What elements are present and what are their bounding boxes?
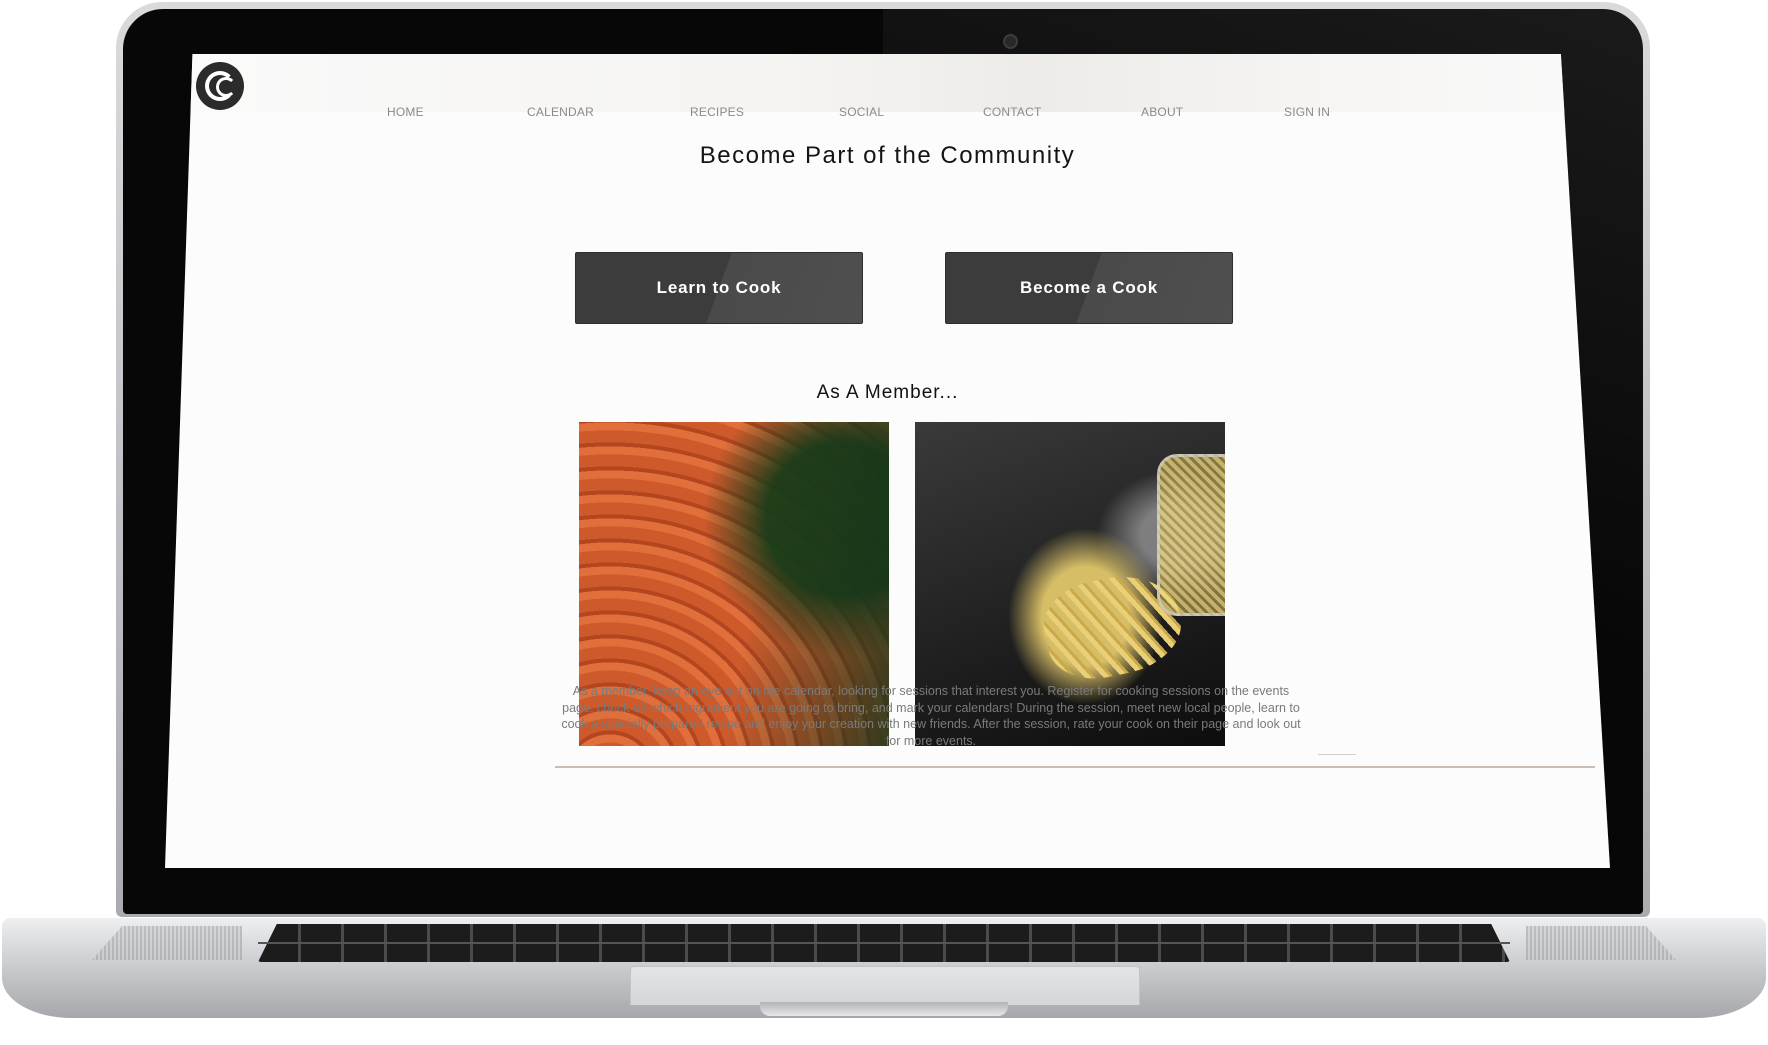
trackpad — [630, 966, 1140, 1005]
nav-item-contact[interactable]: CONTACT — [983, 105, 1042, 119]
header-background — [165, 54, 1610, 112]
become-a-cook-button[interactable]: Become a Cook — [945, 252, 1233, 324]
footer-rule — [555, 766, 1595, 768]
learn-to-cook-button[interactable]: Learn to Cook — [575, 252, 863, 324]
keyboard-row-divider — [258, 942, 1510, 944]
member-description: As a member, keep an eye out on the cale… — [561, 684, 1301, 748]
footer-divider — [1318, 754, 1356, 765]
nav-item-home[interactable]: HOME — [387, 105, 424, 119]
nav-item-calendar[interactable]: CALENDAR — [527, 105, 594, 119]
member-heading: As A Member... — [816, 382, 959, 403]
camera-icon — [1003, 34, 1018, 49]
nav-item-about[interactable]: ABOUT — [1141, 105, 1183, 119]
chef-hat-logo-icon[interactable] — [196, 62, 244, 110]
main-nav: HOME CALENDAR RECIPES SOCIAL CONTACT ABO… — [165, 105, 1610, 125]
nav-item-social[interactable]: SOCIAL — [839, 105, 884, 119]
page-title: Become Part of the Community — [699, 142, 1076, 169]
browser-viewport: HOME CALENDAR RECIPES SOCIAL CONTACT ABO… — [165, 54, 1610, 868]
nav-item-sign-in[interactable]: SIGN IN — [1284, 105, 1330, 119]
lid-opening-notch — [760, 1002, 1008, 1016]
nav-item-recipes[interactable]: RECIPES — [690, 105, 744, 119]
